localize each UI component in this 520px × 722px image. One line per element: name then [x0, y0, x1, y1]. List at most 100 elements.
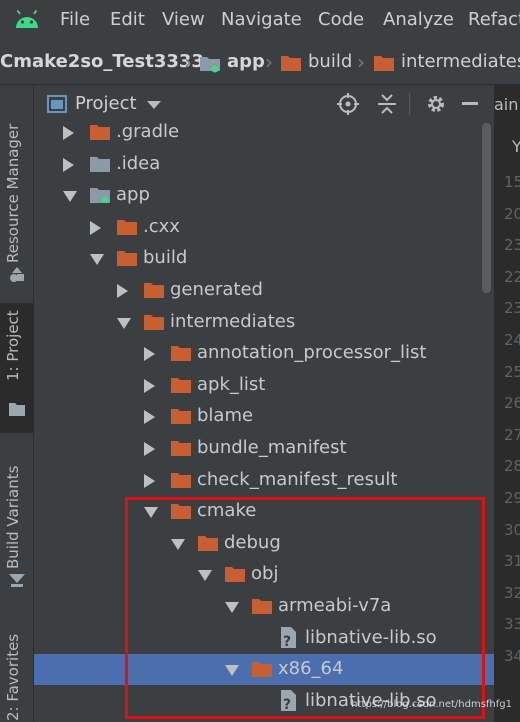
tree-row[interactable]: check_manifest_result: [34, 465, 494, 496]
expand-arrow-right-icon[interactable]: [144, 347, 155, 362]
tree-row[interactable]: annotation_processor_list: [34, 338, 494, 369]
breadcrumb: Cmake2so_Test3333 › app › build › interm…: [0, 40, 520, 85]
breadcrumb-app[interactable]: app: [227, 51, 265, 72]
expand-arrow-right-icon[interactable]: [63, 157, 74, 172]
line-number: 23: [504, 299, 520, 318]
menu-navigate[interactable]: Navigate: [221, 9, 302, 30]
tree-row[interactable]: obj: [34, 559, 494, 590]
line-number: 33: [504, 615, 520, 634]
tab-project-label: 1: Project: [4, 310, 22, 381]
expand-arrow-right-icon[interactable]: [144, 442, 155, 456]
tab-favorites[interactable]: 2: Favorites: [0, 625, 33, 722]
expand-arrow-down-icon[interactable]: [117, 317, 131, 329]
unknown-file-icon: ?: [279, 626, 299, 650]
expand-arrow-down-icon[interactable]: [171, 538, 185, 550]
expand-arrow-right-icon[interactable]: [144, 473, 155, 488]
tree-row-label: armeabi-v7a: [278, 595, 392, 616]
expand-arrow-right-icon[interactable]: [144, 410, 155, 425]
expand-arrow-down-icon[interactable]: [225, 602, 239, 613]
menu-file[interactable]: File: [60, 9, 90, 30]
svg-text:?: ?: [283, 697, 291, 712]
editor-area: ain. Y 15 20 23 22 23 24 25 26 27 28 29 30 31 32 33 34: [494, 85, 520, 722]
collapse-all-icon[interactable]: [376, 93, 398, 119]
menu-bar: File Edit View Navigate Code Analyze Ref…: [0, 0, 520, 40]
folder-orange-icon: [117, 219, 137, 235]
view-dropdown-icon[interactable]: [147, 101, 161, 109]
folder-orange-icon: [225, 566, 245, 583]
folder-orange-icon: [171, 503, 191, 520]
tree-row[interactable]: .cxx: [34, 212, 494, 243]
android-logo-icon: [14, 9, 40, 34]
unknown-file-icon: ?: [279, 689, 299, 713]
editor-tab[interactable]: ain.: [494, 95, 520, 114]
expand-arrow-down-icon[interactable]: [63, 191, 77, 203]
line-number: 30: [504, 520, 520, 539]
expand-arrow-right-icon[interactable]: [144, 378, 155, 393]
breadcrumb-intermediates[interactable]: intermediates: [401, 51, 520, 72]
tree-row[interactable]: app: [34, 180, 494, 211]
breadcrumb-project[interactable]: Cmake2so_Test3333: [0, 51, 204, 72]
watermark: https://blog.csdn.net/hdmsfhfg1: [351, 699, 512, 710]
folder-orange-icon: [171, 408, 191, 425]
tree-row[interactable]: bundle_manifest: [34, 433, 494, 464]
breadcrumb-build[interactable]: build: [308, 51, 352, 72]
expand-arrow-down-icon[interactable]: [198, 570, 212, 582]
tree-row[interactable]: cmake: [34, 496, 494, 527]
expand-arrow-down-icon[interactable]: [225, 665, 239, 677]
tree-row-label: apk_list: [197, 373, 266, 395]
menu-view[interactable]: View: [162, 9, 205, 30]
tree-scrollbar[interactable]: [482, 123, 491, 293]
tree-row[interactable]: armeabi-v7a: [34, 591, 494, 622]
expand-arrow-down-icon[interactable]: [144, 507, 158, 519]
tree-row[interactable]: apk_list: [34, 370, 494, 401]
breadcrumb-separator: ›: [357, 50, 365, 74]
tree-row-label: cmake: [197, 500, 257, 522]
menu-refactor[interactable]: Refact: [468, 9, 520, 30]
project-view-title[interactable]: Project: [75, 93, 137, 114]
tree-row-label: .idea: [116, 152, 161, 174]
tree-row[interactable]: generated: [34, 275, 494, 306]
line-number: 22: [504, 267, 520, 286]
expand-arrow-right-icon[interactable]: [63, 126, 74, 140]
hide-icon[interactable]: [462, 102, 478, 105]
tree-row[interactable]: ? libnative-lib.so: [34, 623, 494, 654]
module-folder-icon: [90, 187, 110, 204]
tree-row-label: check_manifest_result: [197, 468, 398, 490]
project-panel: Project .gradle .idea app .cxx build generate…: [34, 85, 494, 722]
menu-edit[interactable]: Edit: [110, 9, 145, 30]
line-number: 27: [504, 425, 520, 444]
tree-row[interactable]: .gradle: [34, 123, 494, 148]
line-number: 32: [504, 583, 520, 602]
tree-row[interactable]: debug: [34, 528, 494, 559]
line-number: 34: [504, 647, 520, 665]
tree-row-label: x86_64: [278, 658, 344, 680]
tab-build-variants[interactable]: Build Variants: [0, 451, 33, 601]
line-number: 20: [504, 204, 520, 223]
tree-row[interactable]: blame: [34, 401, 494, 432]
tree-row-label: .gradle: [116, 123, 180, 142]
locate-icon[interactable]: [337, 93, 359, 119]
tab-favorites-label: 2: Favorites: [4, 633, 22, 721]
expand-arrow-down-icon[interactable]: [90, 254, 104, 266]
editor-breadcrumb-letter: Y: [512, 137, 520, 156]
folder-orange-icon: [198, 535, 218, 551]
build-variants-icon: [9, 573, 25, 592]
tree-row[interactable]: x86_64: [34, 654, 494, 686]
svg-text:?: ?: [283, 634, 291, 649]
tree-row-label: obj: [251, 563, 279, 585]
tool-window-sidebar: Resource Manager 1: Project Build Varian…: [0, 85, 34, 722]
gear-icon[interactable]: [425, 93, 447, 119]
tree-row[interactable]: build: [34, 243, 494, 274]
folder-orange-icon: [117, 250, 137, 267]
menu-analyze[interactable]: Analyze: [383, 9, 454, 30]
expand-arrow-right-icon[interactable]: [90, 220, 101, 235]
line-number: 25: [504, 362, 520, 381]
tab-resource-manager[interactable]: Resource Manager: [0, 93, 33, 283]
tree-row[interactable]: .idea: [34, 149, 494, 180]
tree-row-label: annotation_processor_list: [197, 342, 427, 364]
menu-code[interactable]: Code: [318, 9, 364, 30]
tab-project[interactable]: 1: Project: [0, 303, 33, 433]
expand-arrow-right-icon[interactable]: [117, 284, 128, 298]
tree-row[interactable]: intermediates: [34, 307, 494, 338]
breadcrumb-separator: ›: [265, 50, 273, 74]
